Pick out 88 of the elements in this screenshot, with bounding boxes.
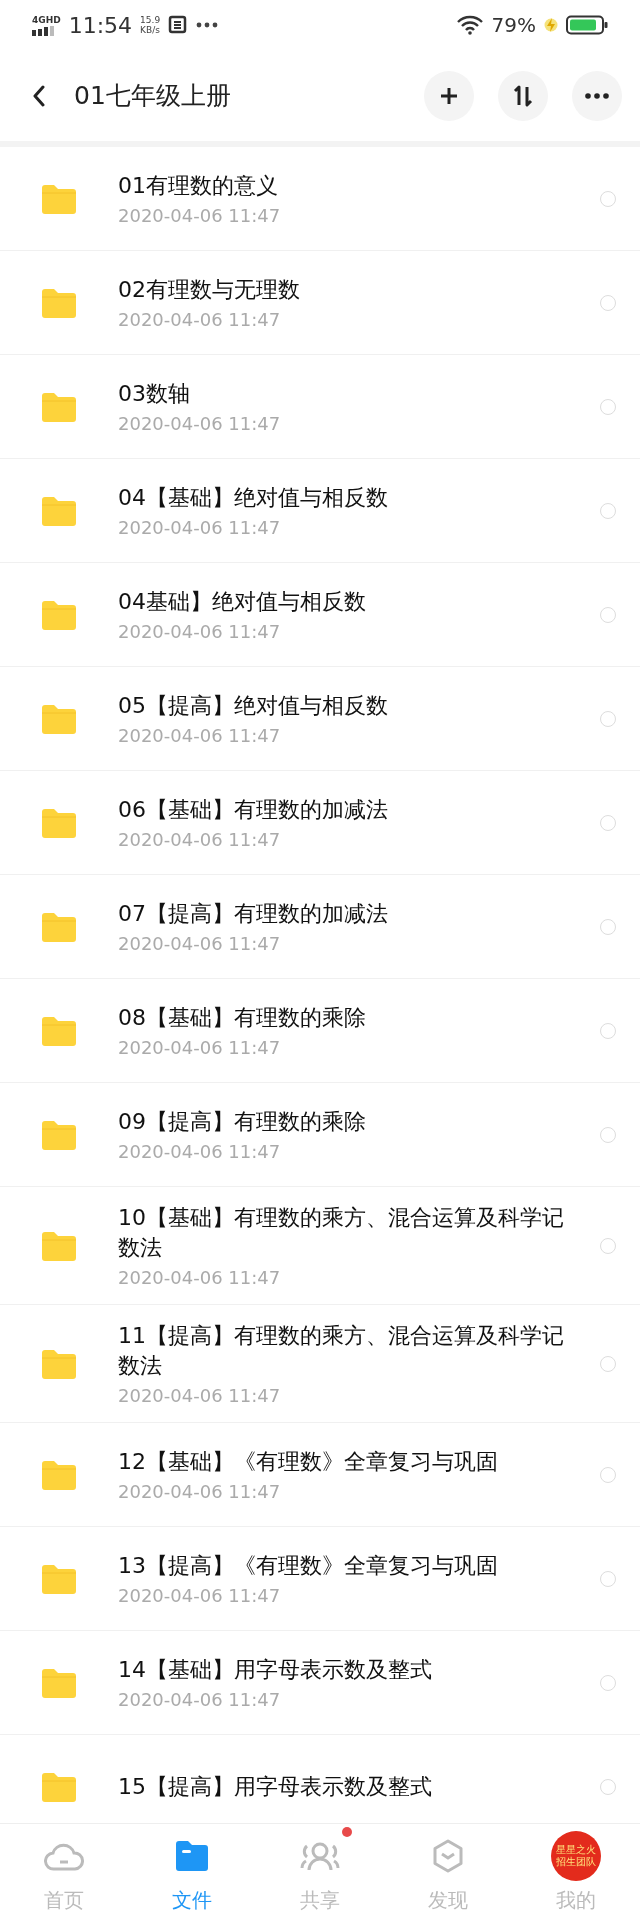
folder-icon [40, 183, 78, 214]
battery-icon [566, 15, 608, 35]
folder-icon [40, 1771, 78, 1802]
file-date: 2020-04-06 11:47 [118, 621, 282, 642]
file-date: 2020-04-06 11:47 [118, 725, 282, 746]
file-name: 12【基础】《有理数》全章复习与巩固 [118, 1448, 499, 1476]
file-row[interactable]: 09【提高】有理数的乘除 2020-04-06 11:47 [0, 1083, 640, 1187]
folder-icon [40, 391, 78, 422]
sort-icon [512, 84, 534, 107]
signal-icon [32, 25, 56, 36]
file-name: 09【提高】有理数的乘除 [118, 1108, 367, 1136]
network-type: 4GHD [32, 14, 61, 25]
folder-icon [40, 807, 78, 838]
plus-icon [439, 85, 459, 106]
hexagon-icon [431, 1839, 465, 1873]
folder-icon [40, 495, 78, 526]
folder-icon [40, 1459, 78, 1490]
file-row[interactable]: 01有理数的意义 2020-04-06 11:47 [0, 147, 640, 251]
file-row[interactable]: 05【提高】绝对值与相反数 2020-04-06 11:47 [0, 667, 640, 771]
avatar-text: 招生团队 [556, 1856, 596, 1868]
file-row[interactable]: 04基础】绝对值与相反数 2020-04-06 11:47 [0, 563, 640, 667]
file-name: 01有理数的意义 [118, 172, 279, 200]
select-radio[interactable] [600, 814, 616, 831]
folder-icon [40, 703, 78, 734]
file-date: 2020-04-06 11:47 [118, 205, 282, 226]
file-date: 2020-04-06 11:47 [118, 1267, 282, 1288]
app-notification-icon [168, 15, 189, 35]
file-name: 13【提高】《有理数》全章复习与巩固 [118, 1552, 499, 1580]
file-row[interactable]: 02有理数与无理数 2020-04-06 11:47 [0, 251, 640, 355]
file-date: 2020-04-06 11:47 [118, 829, 282, 850]
file-name: 10【基础】有理数的乘方、混合运算及科学记数法 [118, 1204, 565, 1262]
nav-tab[interactable]: 星星之火 招生团队 我的 [512, 1824, 640, 1916]
file-name: 05【提高】绝对值与相反数 [118, 692, 389, 720]
avatar-text: 星星之火 [556, 1844, 596, 1856]
add-button[interactable] [424, 70, 474, 121]
file-name: 15【提高】用字母表示数及整式 [118, 1772, 433, 1801]
folder-icon [175, 1840, 209, 1872]
clock: 11:54 [68, 12, 133, 38]
file-row[interactable]: 06【基础】有理数的加减法 2020-04-06 11:47 [0, 771, 640, 875]
folder-title: 01七年级上册 [74, 80, 232, 112]
file-name: 07【提高】有理数的加减法 [118, 900, 389, 928]
file-date: 2020-04-06 11:47 [118, 1689, 282, 1710]
more-button[interactable] [572, 70, 622, 121]
file-name: 08【基础】有理数的乘除 [118, 1004, 367, 1032]
file-name: 04【基础】绝对值与相反数 [118, 484, 389, 512]
file-date: 2020-04-06 11:47 [118, 1037, 282, 1058]
file-date: 2020-04-06 11:47 [118, 309, 282, 330]
file-row[interactable]: 13【提高】《有理数》全章复习与巩固 2020-04-06 11:47 [0, 1527, 640, 1631]
back-icon [32, 84, 46, 107]
file-row[interactable]: 14【基础】用字母表示数及整式 2020-04-06 11:47 [0, 1631, 640, 1735]
file-row[interactable]: 08【基础】有理数的乘除 2020-04-06 11:47 [0, 979, 640, 1083]
file-date: 2020-04-06 11:47 [118, 517, 282, 538]
folder-icon [40, 1348, 78, 1379]
file-name: 04基础】绝对值与相反数 [118, 588, 367, 616]
folder-icon [40, 911, 78, 942]
folder-icon [40, 1119, 78, 1150]
file-name: 14【基础】用字母表示数及整式 [118, 1656, 433, 1684]
file-row[interactable]: 07【提高】有理数的加减法 2020-04-06 11:47 [0, 875, 640, 979]
file-date: 2020-04-06 11:47 [118, 413, 282, 434]
folder-icon [40, 1015, 78, 1046]
file-name: 06【基础】有理数的加减法 [118, 796, 389, 824]
speed-unit: KB/s [140, 25, 161, 35]
file-row[interactable]: 03数轴 2020-04-06 11:47 [0, 355, 640, 459]
charging-icon [544, 16, 558, 34]
file-row[interactable]: 11【提高】有理数的乘方、混合运算及科学记数法 2020-04-06 11:47 [0, 1305, 640, 1423]
folder-icon [40, 1230, 78, 1261]
folder-icon [40, 599, 78, 630]
file-row[interactable]: 12【基础】《有理数》全章复习与巩固 2020-04-06 11:47 [0, 1423, 640, 1527]
file-name: 03数轴 [118, 380, 191, 408]
sort-button[interactable] [498, 70, 548, 121]
file-name: 11【提高】有理数的乘方、混合运算及科学记数法 [118, 1322, 565, 1380]
file-row[interactable]: 04【基础】绝对值与相反数 2020-04-06 11:47 [0, 459, 640, 563]
file-date: 2020-04-06 11:47 [118, 1585, 282, 1606]
file-date: 2020-04-06 11:47 [118, 933, 282, 954]
file-date: 2020-04-06 11:47 [118, 1385, 282, 1406]
battery-percent: 79% [491, 13, 536, 37]
wifi-icon [455, 15, 484, 35]
people-icon [300, 1840, 340, 1872]
file-name: 02有理数与无理数 [118, 276, 301, 304]
speed-value: 15.9 [140, 15, 161, 25]
more-icon [585, 92, 609, 99]
folder-icon [40, 1563, 78, 1594]
file-date: 2020-04-06 11:47 [118, 1481, 282, 1502]
file-row[interactable]: 10【基础】有理数的乘方、混合运算及科学记数法 2020-04-06 11:47 [0, 1187, 640, 1305]
more-notifications-icon [196, 22, 219, 28]
folder-icon [40, 1667, 78, 1698]
folder-icon [40, 287, 78, 318]
file-date: 2020-04-06 11:47 [118, 1141, 282, 1162]
